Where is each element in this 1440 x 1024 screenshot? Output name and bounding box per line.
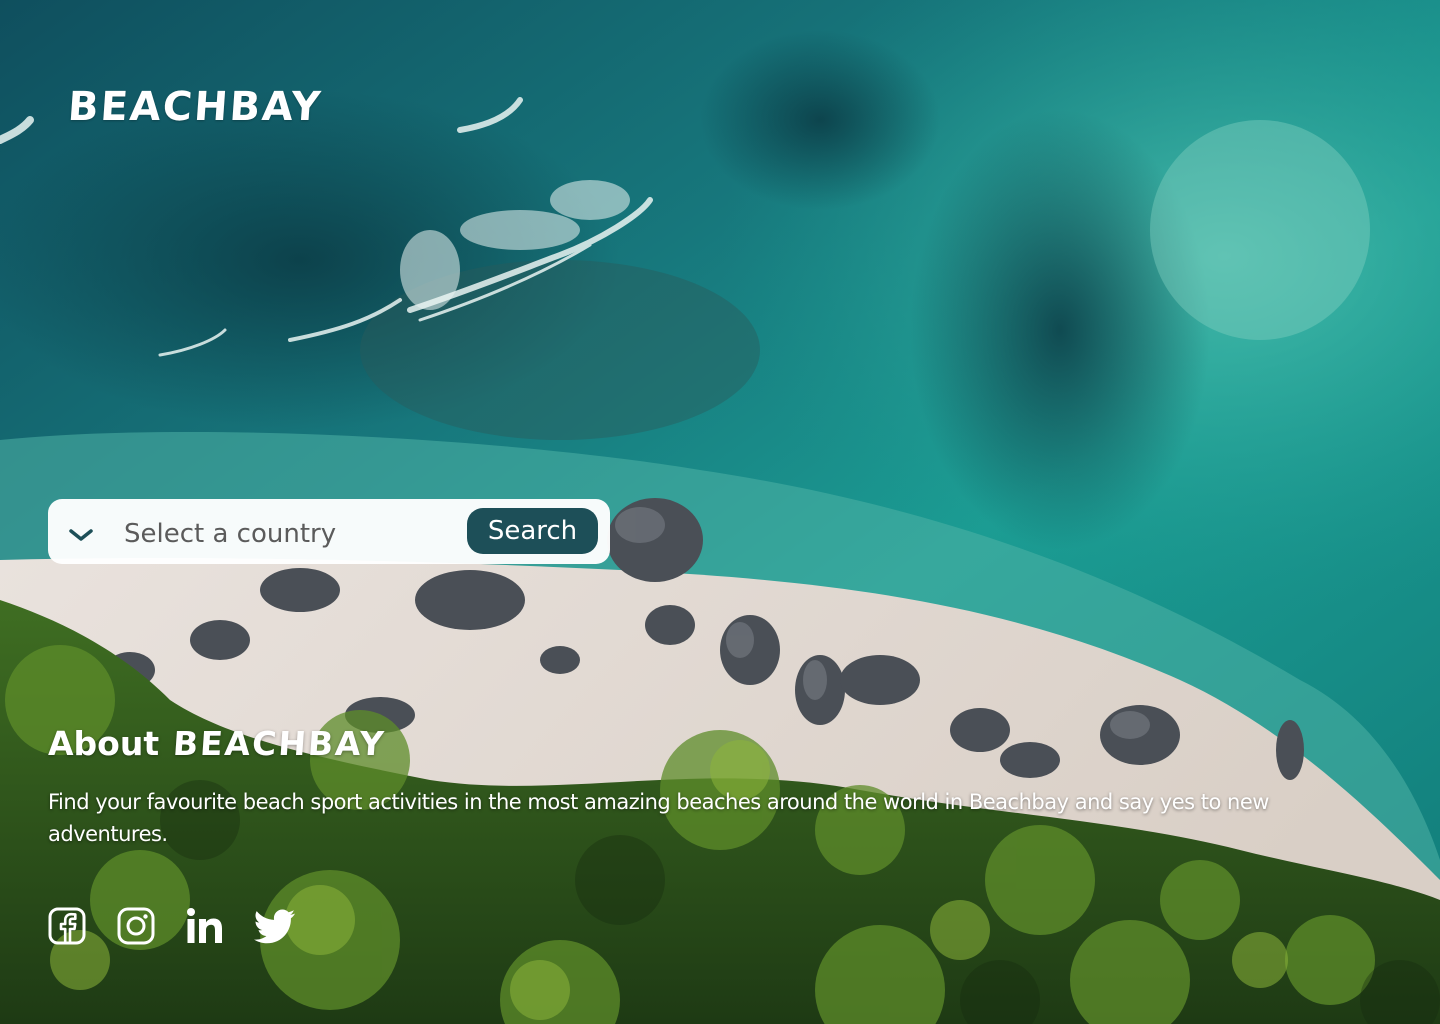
facebook-icon[interactable] [48, 906, 86, 946]
brand-logo[interactable]: BEACHBAY [66, 84, 323, 130]
country-select[interactable]: Select a country [124, 516, 336, 552]
about-heading-prefix: About [48, 724, 160, 763]
chevron-down-icon[interactable] [68, 528, 94, 544]
about-heading-brand: BEACHBAY [171, 724, 387, 763]
instagram-icon[interactable] [117, 906, 155, 946]
twitter-icon[interactable] [253, 906, 297, 946]
about-description: Find your favourite beach sport activiti… [48, 790, 1269, 846]
about-heading: About BEACHBAY [48, 724, 387, 763]
search-button[interactable]: Search [467, 508, 598, 554]
linkedin-icon[interactable] [186, 906, 224, 946]
